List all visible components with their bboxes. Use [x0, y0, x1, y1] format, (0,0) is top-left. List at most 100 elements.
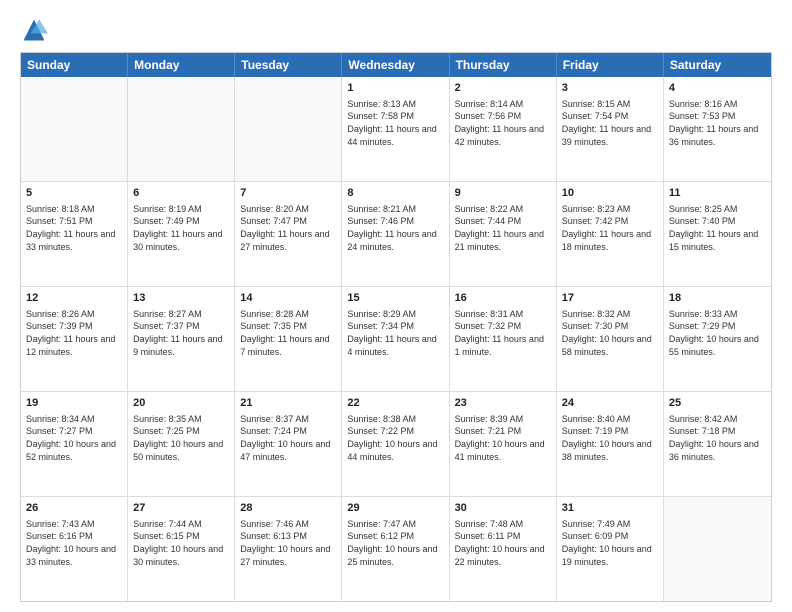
day-number: 11 [669, 186, 766, 201]
logo-icon [20, 16, 48, 44]
day-cell-15: 15 Sunrise: 8:29 AM Sunset: 7:34 PM Dayli… [342, 287, 449, 391]
day-number: 23 [455, 396, 551, 411]
day-info: Sunrise: 7:47 AM Sunset: 6:12 PM Dayligh… [347, 518, 443, 568]
day-cell-22: 22 Sunrise: 8:38 AM Sunset: 7:22 PM Dayli… [342, 392, 449, 496]
week-row-1: 1 Sunrise: 8:13 AM Sunset: 7:58 PM Daylig… [21, 77, 771, 182]
day-info: Sunrise: 8:28 AM Sunset: 7:35 PM Dayligh… [240, 308, 336, 358]
day-info: Sunrise: 8:42 AM Sunset: 7:18 PM Dayligh… [669, 413, 766, 463]
day-cell-1: 1 Sunrise: 8:13 AM Sunset: 7:58 PM Daylig… [342, 77, 449, 181]
day-number: 10 [562, 186, 658, 201]
day-number: 5 [26, 186, 122, 201]
day-cell-7: 7Sunrise: 8:20 AM Sunset: 7:47 PM Daylig… [235, 182, 342, 286]
day-cell-17: 17 Sunrise: 8:32 AM Sunset: 7:30 PM Dayli… [557, 287, 664, 391]
day-info: Sunrise: 8:38 AM Sunset: 7:22 PM Dayligh… [347, 413, 443, 463]
page: SundayMondayTuesdayWednesdayThursdayFrid… [0, 0, 792, 612]
day-cell-30: 30 Sunrise: 7:48 AM Sunset: 6:11 PM Dayli… [450, 497, 557, 601]
header-day-wednesday: Wednesday [342, 53, 449, 77]
day-cell-28: 28Sunrise: 7:46 AM Sunset: 6:13 PM Dayli… [235, 497, 342, 601]
header-day-thursday: Thursday [450, 53, 557, 77]
day-cell-3: 3Sunrise: 8:15 AM Sunset: 7:54 PM Daylig… [557, 77, 664, 181]
week-row-3: 12 Sunrise: 8:26 AM Sunset: 7:39 PM Dayli… [21, 287, 771, 392]
day-info: Sunrise: 7:44 AM Sunset: 6:15 PM Dayligh… [133, 518, 229, 568]
day-cell-8: 8Sunrise: 8:21 AM Sunset: 7:46 PM Daylig… [342, 182, 449, 286]
day-info: Sunrise: 8:20 AM Sunset: 7:47 PM Dayligh… [240, 203, 336, 253]
day-number: 30 [455, 501, 551, 516]
day-info: Sunrise: 8:39 AM Sunset: 7:21 PM Dayligh… [455, 413, 551, 463]
day-cell-5: 5 Sunrise: 8:18 AM Sunset: 7:51 PM Daylig… [21, 182, 128, 286]
day-number: 28 [240, 501, 336, 516]
week-row-5: 26 Sunrise: 7:43 AM Sunset: 6:16 PM Dayli… [21, 497, 771, 601]
day-info: Sunrise: 8:26 AM Sunset: 7:39 PM Dayligh… [26, 308, 122, 358]
day-cell-16: 16 Sunrise: 8:31 AM Sunset: 7:32 PM Dayli… [450, 287, 557, 391]
empty-cell [21, 77, 128, 181]
day-info: Sunrise: 8:22 AM Sunset: 7:44 PM Dayligh… [455, 203, 551, 253]
day-info: Sunrise: 7:43 AM Sunset: 6:16 PM Dayligh… [26, 518, 122, 568]
day-cell-31: 31Sunrise: 7:49 AM Sunset: 6:09 PM Dayli… [557, 497, 664, 601]
header-day-monday: Monday [128, 53, 235, 77]
day-number: 24 [562, 396, 658, 411]
header-day-friday: Friday [557, 53, 664, 77]
day-cell-19: 19 Sunrise: 8:34 AM Sunset: 7:27 PM Dayli… [21, 392, 128, 496]
day-number: 31 [562, 501, 658, 516]
day-cell-6: 6Sunrise: 8:19 AM Sunset: 7:49 PM Daylig… [128, 182, 235, 286]
day-number: 2 [455, 81, 551, 96]
day-cell-2: 2Sunrise: 8:14 AM Sunset: 7:56 PM Daylig… [450, 77, 557, 181]
day-number: 17 [562, 291, 658, 306]
day-cell-29: 29 Sunrise: 7:47 AM Sunset: 6:12 PM Dayli… [342, 497, 449, 601]
day-cell-4: 4Sunrise: 8:16 AM Sunset: 7:53 PM Daylig… [664, 77, 771, 181]
day-info: Sunrise: 8:18 AM Sunset: 7:51 PM Dayligh… [26, 203, 122, 253]
day-info: Sunrise: 8:31 AM Sunset: 7:32 PM Dayligh… [455, 308, 551, 358]
day-info: Sunrise: 8:19 AM Sunset: 7:49 PM Dayligh… [133, 203, 229, 253]
day-info: Sunrise: 8:37 AM Sunset: 7:24 PM Dayligh… [240, 413, 336, 463]
calendar-header-row: SundayMondayTuesdayWednesdayThursdayFrid… [21, 53, 771, 77]
day-number: 18 [669, 291, 766, 306]
day-number: 14 [240, 291, 336, 306]
day-number: 9 [455, 186, 551, 201]
day-cell-11: 11Sunrise: 8:25 AM Sunset: 7:40 PM Dayli… [664, 182, 771, 286]
day-info: Sunrise: 8:16 AM Sunset: 7:53 PM Dayligh… [669, 98, 766, 148]
day-cell-13: 13 Sunrise: 8:27 AM Sunset: 7:37 PM Dayli… [128, 287, 235, 391]
week-row-2: 5 Sunrise: 8:18 AM Sunset: 7:51 PM Daylig… [21, 182, 771, 287]
day-cell-12: 12 Sunrise: 8:26 AM Sunset: 7:39 PM Dayli… [21, 287, 128, 391]
day-info: Sunrise: 8:40 AM Sunset: 7:19 PM Dayligh… [562, 413, 658, 463]
day-cell-27: 27 Sunrise: 7:44 AM Sunset: 6:15 PM Dayli… [128, 497, 235, 601]
empty-cell [664, 497, 771, 601]
day-number: 13 [133, 291, 229, 306]
day-cell-21: 21 Sunrise: 8:37 AM Sunset: 7:24 PM Dayli… [235, 392, 342, 496]
day-info: Sunrise: 8:29 AM Sunset: 7:34 PM Dayligh… [347, 308, 443, 358]
day-cell-23: 23 Sunrise: 8:39 AM Sunset: 7:21 PM Dayli… [450, 392, 557, 496]
empty-cell [128, 77, 235, 181]
day-info: Sunrise: 8:13 AM Sunset: 7:58 PM Dayligh… [347, 98, 443, 148]
empty-cell [235, 77, 342, 181]
day-number: 25 [669, 396, 766, 411]
day-number: 22 [347, 396, 443, 411]
calendar-body: 1 Sunrise: 8:13 AM Sunset: 7:58 PM Daylig… [21, 77, 771, 601]
day-number: 29 [347, 501, 443, 516]
day-info: Sunrise: 8:34 AM Sunset: 7:27 PM Dayligh… [26, 413, 122, 463]
day-info: Sunrise: 8:21 AM Sunset: 7:46 PM Dayligh… [347, 203, 443, 253]
calendar: SundayMondayTuesdayWednesdayThursdayFrid… [20, 52, 772, 602]
day-number: 21 [240, 396, 336, 411]
day-number: 27 [133, 501, 229, 516]
day-cell-26: 26 Sunrise: 7:43 AM Sunset: 6:16 PM Dayli… [21, 497, 128, 601]
day-number: 19 [26, 396, 122, 411]
header-day-saturday: Saturday [664, 53, 771, 77]
day-info: Sunrise: 8:27 AM Sunset: 7:37 PM Dayligh… [133, 308, 229, 358]
day-cell-14: 14 Sunrise: 8:28 AM Sunset: 7:35 PM Dayli… [235, 287, 342, 391]
day-info: Sunrise: 8:33 AM Sunset: 7:29 PM Dayligh… [669, 308, 766, 358]
day-number: 1 [347, 81, 443, 96]
day-cell-25: 25 Sunrise: 8:42 AM Sunset: 7:18 PM Dayli… [664, 392, 771, 496]
day-number: 12 [26, 291, 122, 306]
day-number: 3 [562, 81, 658, 96]
header-day-tuesday: Tuesday [235, 53, 342, 77]
day-cell-20: 20Sunrise: 8:35 AM Sunset: 7:25 PM Dayli… [128, 392, 235, 496]
header-day-sunday: Sunday [21, 53, 128, 77]
header [20, 16, 772, 44]
day-number: 16 [455, 291, 551, 306]
day-cell-10: 10Sunrise: 8:23 AM Sunset: 7:42 PM Dayli… [557, 182, 664, 286]
day-info: Sunrise: 7:48 AM Sunset: 6:11 PM Dayligh… [455, 518, 551, 568]
day-info: Sunrise: 8:32 AM Sunset: 7:30 PM Dayligh… [562, 308, 658, 358]
day-number: 26 [26, 501, 122, 516]
day-number: 20 [133, 396, 229, 411]
day-number: 15 [347, 291, 443, 306]
